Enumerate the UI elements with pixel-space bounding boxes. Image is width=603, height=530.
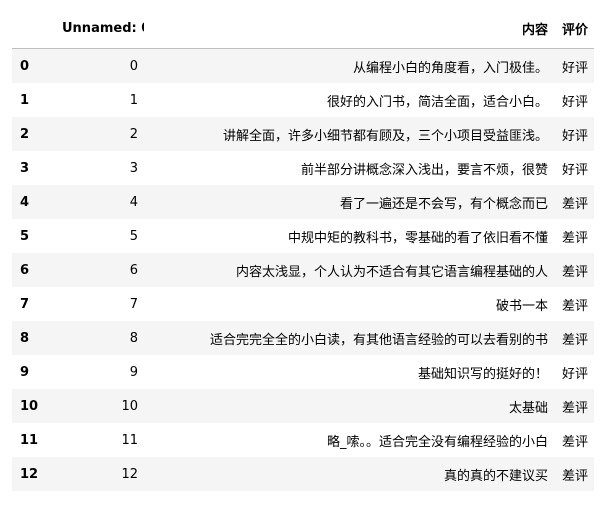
row-index: 0 xyxy=(20,58,30,74)
rating-cell: 差评 xyxy=(561,264,588,280)
row-index: 11 xyxy=(20,432,39,448)
row-index: 8 xyxy=(20,330,30,346)
table-header: Unnamed: 0 内容 评价 xyxy=(12,8,594,49)
unnamed-cell: 3 xyxy=(129,160,138,176)
rating-cell: 差评 xyxy=(561,434,588,450)
rating-cell: 好评 xyxy=(561,94,588,110)
row-index: 10 xyxy=(20,398,39,414)
unnamed-cell: 5 xyxy=(129,228,138,244)
table-row: 2 2 讲解全面，许多小细节都有顾及，三个小项目受益匪浅。 好评 xyxy=(12,117,594,151)
row-index: 9 xyxy=(20,364,30,380)
table-row: 5 5 中规中矩的教科书，零基础的看了依旧看不懂 差评 xyxy=(12,219,594,253)
content-cell: 略_嗦。。适合完全没有编程经验的小白 xyxy=(326,434,548,450)
table-row: 9 9 基础知识写的挺好的！ 好评 xyxy=(12,355,594,389)
row-index: 4 xyxy=(20,194,30,210)
dataframe-table: Unnamed: 0 内容 评价 0 0 从编程小白的角度看，入门极佳。 好评 1 1 很好… xyxy=(12,8,594,491)
unnamed-cell: 6 xyxy=(129,262,138,278)
row-index: 3 xyxy=(20,160,30,176)
rating-cell: 好评 xyxy=(561,162,588,178)
unnamed-cell: 12 xyxy=(121,466,138,482)
content-cell: 很好的入门书，简洁全面，适合小白。 xyxy=(326,94,548,110)
index-column-header xyxy=(12,8,56,49)
table-row: 1 1 很好的入门书，简洁全面，适合小白。 好评 xyxy=(12,83,594,117)
table-row: 0 0 从编程小白的角度看，入门极佳。 好评 xyxy=(12,48,594,83)
table-row: 11 11 略_嗦。。适合完全没有编程经验的小白 差评 xyxy=(12,423,594,457)
content-cell: 真的真的不建议买 xyxy=(443,468,548,484)
rating-cell: 差评 xyxy=(561,468,588,484)
unnamed-cell: 0 xyxy=(129,58,138,74)
unnamed-cell: 11 xyxy=(121,432,138,448)
table-row: 10 10 太基础 差评 xyxy=(12,389,594,423)
content-cell: 太基础 xyxy=(508,400,548,416)
content-cell: 破书一本 xyxy=(495,298,548,314)
row-index: 5 xyxy=(20,228,30,244)
table-row: 6 6 内容太浅显，个人认为不适合有其它语言编程基础的人 差评 xyxy=(12,253,594,287)
rating-cell: 差评 xyxy=(561,230,588,246)
rating-cell: 差评 xyxy=(561,332,588,348)
content-cell: 适合完完全全的小白读，有其他语言经验的可以去看别的书 xyxy=(209,332,548,348)
rating-cell: 差评 xyxy=(561,298,588,314)
table-row: 3 3 前半部分讲概念深入浅出，要言不烦，很赞 好评 xyxy=(12,151,594,185)
header-row: Unnamed: 0 内容 评价 xyxy=(12,8,594,49)
row-index: 1 xyxy=(20,92,30,108)
unnamed-cell: 10 xyxy=(121,398,138,414)
content-cell: 前半部分讲概念深入浅出，要言不烦，很赞 xyxy=(300,162,548,178)
rating-cell: 好评 xyxy=(561,60,588,76)
table-row: 12 12 真的真的不建议买 差评 xyxy=(12,457,594,491)
rating-cell: 差评 xyxy=(561,400,588,416)
rating-column-header: 评价 xyxy=(554,8,594,49)
rating-cell: 好评 xyxy=(561,366,588,382)
rating-cell: 好评 xyxy=(561,128,588,144)
content-column-header: 内容 xyxy=(144,8,554,49)
unnamed-cell: 7 xyxy=(129,296,138,312)
content-cell: 基础知识写的挺好的！ xyxy=(417,366,548,382)
content-cell: 讲解全面，许多小细节都有顾及，三个小项目受益匪浅。 xyxy=(222,128,548,144)
content-cell: 从编程小白的角度看，入门极佳。 xyxy=(352,60,548,76)
row-index: 12 xyxy=(20,466,39,482)
table-row: 8 8 适合完完全全的小白读，有其他语言经验的可以去看别的书 差评 xyxy=(12,321,594,355)
content-cell: 看了一遍还是不会写，有个概念而已 xyxy=(339,196,548,212)
table-body: 0 0 从编程小白的角度看，入门极佳。 好评 1 1 很好的入门书，简洁全面，适合小白。 好评… xyxy=(12,48,594,491)
row-index: 6 xyxy=(20,262,30,278)
table-row: 7 7 破书一本 差评 xyxy=(12,287,594,321)
table-row: 4 4 看了一遍还是不会写，有个概念而已 差评 xyxy=(12,185,594,219)
row-index: 2 xyxy=(20,126,30,142)
unnamed-cell: 9 xyxy=(129,364,138,380)
content-cell: 内容太浅显，个人认为不适合有其它语言编程基础的人 xyxy=(235,264,548,280)
unnamed-cell: 8 xyxy=(129,330,138,346)
row-index: 7 xyxy=(20,296,30,312)
unnamed-cell: 2 xyxy=(129,126,138,142)
content-cell: 中规中矩的教科书，零基础的看了依旧看不懂 xyxy=(287,230,548,246)
unnamed-column-header: Unnamed: 0 xyxy=(56,8,144,49)
unnamed-cell: 1 xyxy=(129,92,138,108)
unnamed-cell: 4 xyxy=(129,194,138,210)
rating-cell: 差评 xyxy=(561,196,588,212)
